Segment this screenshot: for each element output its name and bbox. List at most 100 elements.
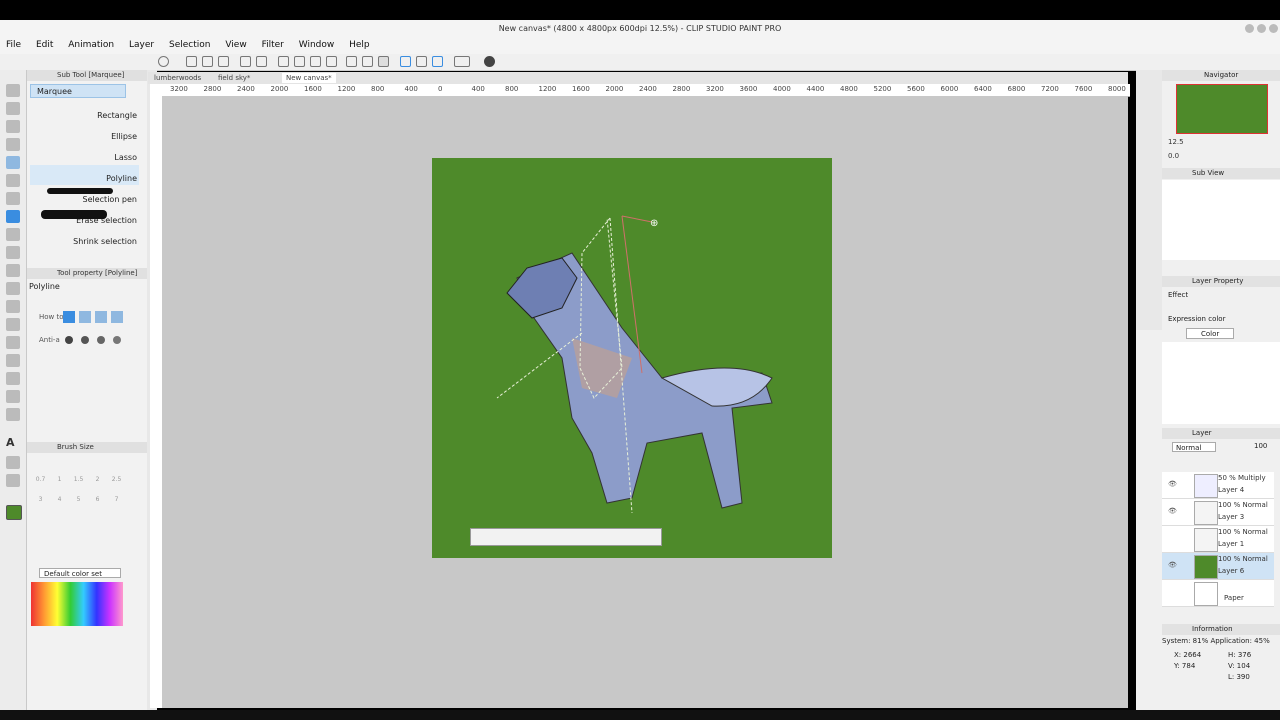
text-tool-icon[interactable]: A [6, 436, 20, 449]
maximize-button[interactable] [1257, 24, 1266, 33]
aa-medium-icon[interactable] [97, 336, 105, 344]
tab-lumberwoods[interactable]: lumberwoods [150, 73, 205, 83]
navigator-zoom[interactable]: 12.5 [1168, 138, 1212, 146]
brush-size-value[interactable]: 7 [107, 490, 126, 510]
layer-thumbnail [1194, 555, 1218, 579]
brush-size-value[interactable]: 1.5 [69, 470, 88, 490]
pen-tool-icon[interactable] [6, 210, 20, 223]
color-set-dropdown[interactable]: Default color set [39, 568, 121, 578]
layer-row[interactable]: 👁 50 % Multiply Layer 4 [1162, 472, 1274, 499]
drawing-canvas[interactable]: ⊕ [432, 158, 832, 558]
navigator-angle[interactable]: 0.0 [1168, 152, 1208, 160]
undo-icon[interactable] [240, 56, 251, 67]
selection-tool-icon[interactable] [6, 156, 20, 169]
decoration-tool-icon[interactable] [6, 282, 20, 295]
balloon-tool-icon[interactable] [6, 456, 20, 469]
pencil-tool-icon[interactable] [6, 228, 20, 241]
transform-icon[interactable] [294, 56, 305, 67]
minimize-button[interactable] [1245, 24, 1254, 33]
add-selection-icon[interactable] [79, 311, 91, 323]
move-tool-icon[interactable] [6, 102, 20, 115]
menu-selection[interactable]: Selection [163, 38, 216, 52]
expression-color-dropdown[interactable]: Color [1186, 328, 1234, 339]
subtool-ellipse[interactable]: Ellipse [30, 123, 139, 143]
menu-layer[interactable]: Layer [123, 38, 160, 52]
menu-edit[interactable]: Edit [30, 38, 59, 52]
brush-tool-icon[interactable] [6, 246, 20, 259]
clear-icon[interactable] [278, 56, 289, 67]
aa-strong-icon[interactable] [113, 336, 121, 344]
layer-row[interactable]: 100 % Normal Layer 1 [1162, 526, 1274, 553]
aa-weak-icon[interactable] [81, 336, 89, 344]
brush-size-value[interactable]: 4 [50, 490, 69, 510]
close-button[interactable] [1269, 24, 1278, 33]
layer-thumbnail [1194, 582, 1218, 606]
tab-new-canvas[interactable]: New canvas* [282, 73, 336, 83]
blend-mode-dropdown[interactable]: Normal [1172, 442, 1216, 452]
brush-size-value[interactable]: 5 [69, 490, 88, 510]
navigator-preview[interactable] [1176, 84, 1268, 134]
subtool-shrink-selection[interactable]: Shrink selection [30, 228, 139, 248]
menu-animation[interactable]: Animation [62, 38, 120, 52]
subtool-lasso[interactable]: Lasso [30, 144, 139, 164]
new-icon[interactable] [158, 56, 169, 67]
scale-icon[interactable] [326, 56, 337, 67]
brush-size-value[interactable]: 6 [88, 490, 107, 510]
snap-grid-icon[interactable] [432, 56, 443, 67]
snap-ruler-icon[interactable] [400, 56, 411, 67]
save-icon[interactable] [218, 56, 229, 67]
auto-select-icon[interactable] [6, 174, 20, 187]
tab-field-sky[interactable]: field sky* [214, 73, 254, 83]
new-selection-icon[interactable] [63, 311, 75, 323]
eyedropper-icon[interactable] [6, 192, 20, 205]
blend-tool-icon[interactable] [6, 318, 20, 331]
intersect-selection-icon[interactable] [111, 311, 123, 323]
settings-dropdown-icon[interactable] [454, 56, 470, 67]
new-file-icon[interactable] [186, 56, 197, 67]
show-selection-icon[interactable] [378, 56, 389, 67]
redo-icon[interactable] [256, 56, 267, 67]
visibility-eye-icon[interactable]: 👁 [1168, 507, 1177, 515]
gradient-tool-icon[interactable] [6, 354, 20, 367]
layer-row-selected[interactable]: 👁 100 % Normal Layer 6 [1162, 553, 1274, 580]
move-layer-icon[interactable] [6, 138, 20, 151]
menu-help[interactable]: Help [343, 38, 376, 52]
help-icon[interactable] [484, 56, 495, 67]
snap-special-icon[interactable] [416, 56, 427, 67]
fill-icon[interactable] [310, 56, 321, 67]
brush-size-value[interactable]: 1 [50, 470, 69, 490]
deselect-icon[interactable] [346, 56, 357, 67]
eraser-tool-icon[interactable] [6, 300, 20, 313]
subtool-group-tab[interactable]: Marquee [30, 84, 126, 98]
visibility-eye-icon[interactable]: 👁 [1168, 480, 1177, 488]
color-palette[interactable] [31, 582, 123, 626]
open-icon[interactable] [202, 56, 213, 67]
invert-selection-icon[interactable] [362, 56, 373, 67]
fill-tool-icon[interactable] [6, 336, 20, 349]
subtract-selection-icon[interactable] [95, 311, 107, 323]
ruler-tool-icon[interactable] [6, 408, 20, 421]
menu-file[interactable]: File [0, 38, 27, 52]
subtool-polyline[interactable]: Polyline [30, 165, 139, 185]
figure-tool-icon[interactable] [6, 372, 20, 385]
menu-window[interactable]: Window [293, 38, 341, 52]
brush-size-value[interactable]: 2.5 [107, 470, 126, 490]
brush-size-value[interactable]: 2 [88, 470, 107, 490]
visibility-eye-icon[interactable]: 👁 [1168, 561, 1177, 569]
subtool-rectangle[interactable]: Rectangle [30, 102, 139, 122]
correct-line-icon[interactable] [6, 474, 20, 487]
main-color-icon[interactable] [6, 505, 22, 520]
airbrush-tool-icon[interactable] [6, 264, 20, 277]
selection-launcher-bar[interactable] [470, 528, 662, 546]
layer-row[interactable]: 👁 100 % Normal Layer 3 [1162, 499, 1274, 526]
operation-tool-icon[interactable] [6, 120, 20, 133]
layer-row[interactable]: Paper [1162, 580, 1274, 607]
menu-view[interactable]: View [219, 38, 252, 52]
zoom-tool-icon[interactable] [6, 84, 20, 97]
menu-filter[interactable]: Filter [256, 38, 290, 52]
frame-tool-icon[interactable] [6, 390, 20, 403]
opacity-value[interactable]: 100 [1254, 442, 1267, 450]
brush-size-value[interactable]: 0.7 [31, 470, 50, 490]
aa-none-icon[interactable] [65, 336, 73, 344]
brush-size-value[interactable]: 3 [31, 490, 50, 510]
